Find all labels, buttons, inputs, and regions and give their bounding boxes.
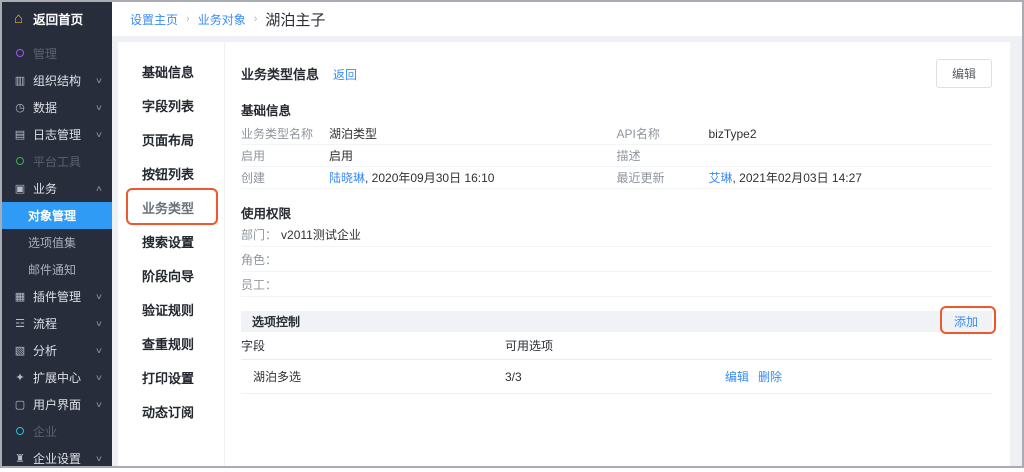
app-sidebar: ⌂ 返回首页 管理 ▥ 组织结构 ∨ ◷ 数据 ∨ ▤ 日志管理 ∨ 平台工具 … xyxy=(2,2,112,466)
chevron-down-icon: ∨ xyxy=(95,319,103,328)
chevron-down-icon: ∨ xyxy=(95,103,103,112)
sidebar-nav: 管理 ▥ 组织结构 ∨ ◷ 数据 ∨ ▤ 日志管理 ∨ 平台工具 ▣ 业务 ∧ … xyxy=(2,34,112,472)
field-row-api-name: API名称 bizType2 xyxy=(617,123,993,145)
basic-info-section-title: 基础信息 xyxy=(241,100,992,119)
workspace: 基础信息 字段列表 页面布局 按钮列表 业务类型 搜索设置 阶段向导 验证规则 … xyxy=(112,36,1022,466)
basic-info-fields: 业务类型名称 湖泊类型 启用 启用 创建 陆晓琳, 2020年09月30日 16… xyxy=(241,123,992,189)
option-control-title: 选项控制 xyxy=(252,313,300,330)
ring-icon xyxy=(12,156,28,168)
business-type-detail: 业务类型信息 返回 编辑 基础信息 业务类型名称 湖泊类型 启用 启用 xyxy=(225,42,1010,466)
option-control-bar: 选项控制 添加 xyxy=(241,311,992,332)
permissions-rows: 部门： v2011测试企业 角色： 员工： xyxy=(241,222,992,297)
org-chart-icon: ▥ xyxy=(12,74,28,87)
sidebar-item-admin[interactable]: 管理 xyxy=(2,40,112,67)
permission-row-employee: 员工： xyxy=(241,272,992,297)
menu-item-dynamic-subscribe[interactable]: 动态订阅 xyxy=(118,394,224,428)
briefcase-icon: ▣ xyxy=(12,182,28,195)
chevron-down-icon: ∨ xyxy=(95,373,103,382)
permissions-section-title: 使用权限 xyxy=(241,203,992,222)
sidebar-item-data[interactable]: ◷ 数据 ∨ xyxy=(2,94,112,121)
breadcrumb: 设置主页 › 业务对象 › 湖泊主子 xyxy=(112,2,1022,36)
flow-icon: ☲ xyxy=(12,317,28,330)
back-link[interactable]: 返回 xyxy=(333,66,357,83)
field-row-enabled: 启用 启用 xyxy=(241,145,617,167)
chevron-down-icon: ∨ xyxy=(95,76,103,85)
sidebar-item-user-interface[interactable]: ▢ 用户界面 ∨ xyxy=(2,391,112,418)
option-table-header: 字段 可用选项 xyxy=(241,332,992,360)
chart-icon: ▧ xyxy=(12,344,28,357)
menu-item-stage-wizard[interactable]: 阶段向导 xyxy=(118,258,224,292)
back-to-home[interactable]: ⌂ 返回首页 xyxy=(2,2,112,34)
chevron-up-icon: ∧ xyxy=(95,184,103,193)
sidebar-item-extension-center[interactable]: ✦ 扩展中心 ∨ xyxy=(2,364,112,391)
option-available-count: 3/3 xyxy=(505,370,725,384)
clock-icon: ◷ xyxy=(12,101,28,114)
breadcrumb-current: 湖泊主子 xyxy=(265,9,325,30)
detail-panel: 基础信息 字段列表 页面布局 按钮列表 业务类型 搜索设置 阶段向导 验证规则 … xyxy=(118,42,1010,466)
breadcrumb-separator: › xyxy=(186,13,190,25)
building-icon: ♜ xyxy=(12,452,28,465)
menu-item-basic-info[interactable]: 基础信息 xyxy=(118,54,224,88)
creator-link[interactable]: 陆晓琳 xyxy=(329,171,365,185)
field-row-last-updated: 最近更新 艾琳, 2021年02月03日 14:27 xyxy=(617,167,993,189)
option-table-row: 湖泊多选 3/3 编辑 删除 xyxy=(241,360,992,394)
sidebar-item-org-structure[interactable]: ▥ 组织结构 ∨ xyxy=(2,67,112,94)
window-icon: ▢ xyxy=(12,398,28,411)
rocket-icon: ✦ xyxy=(12,371,28,384)
chevron-down-icon: ∨ xyxy=(95,400,103,409)
content-header: 业务类型信息 返回 编辑 xyxy=(241,56,992,90)
sidebar-item-business[interactable]: ▣ 业务 ∧ xyxy=(2,175,112,202)
menu-item-print-settings[interactable]: 打印设置 xyxy=(118,360,224,394)
ring-icon xyxy=(12,48,28,60)
menu-item-search-settings[interactable]: 搜索设置 xyxy=(118,224,224,258)
permission-row-role: 角色： xyxy=(241,247,992,272)
add-option-link[interactable]: 添加 xyxy=(954,315,978,329)
chevron-down-icon: ∨ xyxy=(95,454,103,463)
object-settings-menu: 基础信息 字段列表 页面布局 按钮列表 业务类型 搜索设置 阶段向导 验证规则 … xyxy=(118,42,225,466)
chevron-down-icon: ∨ xyxy=(95,292,103,301)
sidebar-item-platform-tools[interactable]: 平台工具 xyxy=(2,148,112,175)
sidebar-item-analysis[interactable]: ▧ 分析 ∨ xyxy=(2,337,112,364)
sidebar-item-option-sets[interactable]: 选项值集 xyxy=(2,229,112,256)
edit-button[interactable]: 编辑 xyxy=(936,59,992,88)
row-edit-link[interactable]: 编辑 xyxy=(725,368,749,385)
breadcrumb-separator: › xyxy=(254,13,258,25)
menu-item-dedup-rules[interactable]: 查重规则 xyxy=(118,326,224,360)
permission-row-department: 部门： v2011测试企业 xyxy=(241,222,992,247)
menu-item-business-type[interactable]: 业务类型 xyxy=(118,190,224,224)
ring-icon xyxy=(12,426,28,438)
sidebar-item-object-management[interactable]: 对象管理 xyxy=(2,202,112,229)
updater-link[interactable]: 艾琳 xyxy=(709,171,733,185)
sidebar-item-mail-notice[interactable]: 邮件通知 xyxy=(2,256,112,283)
breadcrumb-business-object[interactable]: 业务对象 xyxy=(198,11,246,28)
log-list-icon: ▤ xyxy=(12,128,28,141)
option-field-name: 湖泊多选 xyxy=(241,368,505,385)
sidebar-item-plugin-management[interactable]: ▦ 插件管理 ∨ xyxy=(2,283,112,310)
breadcrumb-settings-home[interactable]: 设置主页 xyxy=(130,11,178,28)
sidebar-item-workflow[interactable]: ☲ 流程 ∨ xyxy=(2,310,112,337)
back-to-home-label: 返回首页 xyxy=(33,9,83,28)
sidebar-item-enterprise[interactable]: 企业 xyxy=(2,418,112,445)
chevron-down-icon: ∨ xyxy=(95,346,103,355)
page-title: 业务类型信息 xyxy=(241,64,319,83)
row-delete-link[interactable]: 删除 xyxy=(758,368,782,385)
grid-icon: ▦ xyxy=(12,290,28,303)
sidebar-item-log-management[interactable]: ▤ 日志管理 ∨ xyxy=(2,121,112,148)
chevron-down-icon: ∨ xyxy=(95,130,103,139)
field-row-description: 描述 xyxy=(617,145,993,167)
menu-item-validation-rules[interactable]: 验证规则 xyxy=(118,292,224,326)
home-icon: ⌂ xyxy=(14,11,23,26)
field-row-type-name: 业务类型名称 湖泊类型 xyxy=(241,123,617,145)
menu-item-page-layout[interactable]: 页面布局 xyxy=(118,122,224,156)
field-row-created: 创建 陆晓琳, 2020年09月30日 16:10 xyxy=(241,167,617,189)
menu-item-button-list[interactable]: 按钮列表 xyxy=(118,156,224,190)
menu-item-field-list[interactable]: 字段列表 xyxy=(118,88,224,122)
